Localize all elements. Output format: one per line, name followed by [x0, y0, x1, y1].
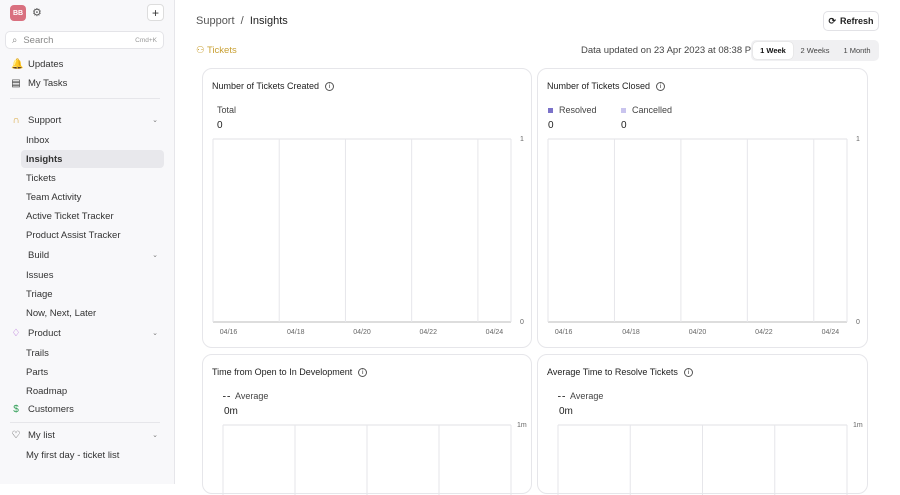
section-label: Support	[28, 114, 62, 126]
support-icon: ∩	[12, 114, 20, 126]
nav-label: Issues	[26, 269, 54, 281]
refresh-button[interactable]: ⟳ Refresh	[823, 11, 879, 31]
nav-label: Triage	[26, 288, 53, 300]
divider	[10, 98, 160, 99]
sidebar-item-my-first-day[interactable]: My first day - ticket list	[5, 446, 164, 464]
chevron-down-icon[interactable]: ⌄	[152, 329, 158, 337]
x-tick-label: 04/22	[755, 329, 773, 336]
nav-label: Roadmap	[26, 385, 68, 397]
sidebar-item-updates[interactable]: 🔔 Updates	[5, 55, 164, 73]
breadcrumb-separator: /	[240, 15, 244, 27]
section-label: Tickets	[207, 45, 237, 56]
x-tick-label: 04/24	[822, 329, 840, 336]
y-tick-label: 1m	[853, 422, 863, 429]
sidebar-section-product[interactable]: ♢ Product ⌄	[5, 324, 164, 342]
x-tick-label: 04/20	[353, 329, 371, 336]
search-icon: ⌕	[12, 34, 18, 46]
nav-label: Customers	[28, 403, 74, 415]
chart-plot: 1m	[222, 422, 527, 495]
sidebar-item-tickets[interactable]: Tickets	[5, 169, 164, 187]
page-title: Insights	[249, 15, 288, 27]
y-tick-label: 1	[856, 136, 860, 143]
y-tick-label: 0	[856, 319, 860, 326]
nav-label: My Tasks	[28, 77, 68, 89]
section-label: Build	[28, 249, 50, 261]
section-label: My list	[28, 429, 55, 441]
range-1-month[interactable]: 1 Month	[837, 42, 877, 59]
nav-label: Team Activity	[26, 191, 82, 203]
search-input[interactable]: ⌕ Search Cmd+K	[5, 31, 164, 49]
x-tick-label: 04/22	[419, 329, 437, 336]
dollar-icon: $	[13, 403, 19, 415]
x-tick-label: 04/18	[622, 329, 640, 336]
data-updated-text: Data updated on 23 Apr 2023 at 08:38 PM	[581, 45, 759, 56]
gear-icon[interactable]: ⚙	[32, 6, 42, 19]
sidebar-item-my-tasks[interactable]: ▤ My Tasks	[5, 74, 164, 92]
sidebar-item-parts[interactable]: Parts	[5, 363, 164, 381]
y-tick-label: 0	[520, 319, 524, 326]
tickets-section-label: ⚇ Tickets	[196, 45, 237, 56]
x-tick-label: 04/16	[555, 329, 573, 336]
chevron-down-icon[interactable]: ⌄	[152, 251, 158, 259]
sidebar-item-team-activity[interactable]: Team Activity	[5, 188, 164, 206]
sidebar-item-product-assist-tracker[interactable]: Product Assist Tracker	[5, 226, 164, 244]
nav-label: Tickets	[26, 172, 56, 184]
avatar[interactable]: BB	[10, 5, 26, 21]
nav-label: Updates	[28, 58, 64, 70]
sidebar-item-triage[interactable]: Triage	[5, 285, 164, 303]
breadcrumb: Support / Insights	[196, 15, 288, 27]
sidebar-section-support[interactable]: ∩ Support ⌄	[5, 111, 164, 129]
chart-plot: 1m	[557, 422, 863, 495]
range-selector: 1 Week 2 Weeks 1 Month	[751, 40, 879, 61]
chart-card-number-of-tickets-created: Number of Tickets Created i Total 0 04/16 04/…	[202, 68, 532, 348]
search-shortcut: Cmd+K	[135, 36, 157, 44]
chart-plot: 04/16 04/18 04/20 04/22 04/24 0 1	[212, 136, 524, 336]
chart-card-time-from-open-to-in-development: Time from Open to In Development i Average…	[202, 354, 532, 495]
sidebar-item-trails[interactable]: Trails	[5, 344, 164, 362]
sidebar-section-build[interactable]: Build ⌄	[5, 246, 164, 264]
nav-label: Active Ticket Tracker	[26, 210, 114, 222]
nav-label: Now, Next, Later	[26, 307, 97, 319]
tasks-icon: ▤	[11, 77, 21, 89]
product-icon: ♢	[11, 327, 21, 339]
range-1-week[interactable]: 1 Week	[753, 42, 793, 59]
nav-label: My first day - ticket list	[26, 449, 120, 461]
nav-label: Parts	[26, 366, 49, 378]
sidebar-item-customers[interactable]: $ Customers	[5, 400, 164, 418]
y-tick-label: 1	[520, 136, 524, 143]
chevron-down-icon[interactable]: ⌄	[152, 116, 158, 124]
chart-card-number-of-tickets-closed: Number of Tickets Closed i Resolved 0 Cancel…	[537, 68, 868, 348]
nav-label: Trails	[26, 347, 49, 359]
new-button[interactable]: +	[147, 4, 164, 21]
divider	[10, 422, 160, 423]
section-label: Product	[28, 327, 61, 339]
search-placeholder: Search	[23, 34, 54, 46]
chevron-down-icon[interactable]: ⌄	[152, 431, 158, 439]
nav-label: Inbox	[26, 134, 50, 146]
sidebar: BB ⚙ + ⌕ Search Cmd+K 🔔 Updates ▤ My Tasks ∩…	[0, 0, 175, 484]
breadcrumb-parent[interactable]: Support	[196, 15, 235, 27]
y-tick-label: 1m	[517, 422, 527, 429]
chart-card-average-time-to-resolve-tickets: Average Time to Resolve Tickets i Average 0…	[537, 354, 868, 495]
x-tick-label: 04/16	[220, 329, 238, 336]
x-tick-label: 04/18	[287, 329, 305, 336]
bell-icon: 🔔	[11, 58, 24, 70]
sidebar-item-now-next-later[interactable]: Now, Next, Later	[5, 304, 164, 322]
heart-icon: ♡	[11, 429, 21, 441]
refresh-icon: ⟳	[828, 15, 837, 26]
x-tick-label: 04/24	[486, 329, 504, 336]
sidebar-item-issues[interactable]: Issues	[5, 266, 164, 284]
sidebar-item-insights[interactable]: Insights	[21, 150, 164, 168]
sidebar-item-inbox[interactable]: Inbox	[5, 131, 164, 149]
nav-label: Insights	[26, 153, 63, 165]
users-icon: ⚇	[196, 45, 205, 56]
sidebar-item-active-ticket-tracker[interactable]: Active Ticket Tracker	[5, 207, 164, 225]
refresh-label: Refresh	[840, 16, 874, 26]
range-2-weeks[interactable]: 2 Weeks	[795, 42, 835, 59]
x-tick-label: 04/20	[689, 329, 707, 336]
chart-plot: 04/16 04/18 04/20 04/22 04/24 0 1	[547, 136, 860, 336]
sidebar-item-roadmap[interactable]: Roadmap	[5, 382, 164, 400]
nav-label: Product Assist Tracker	[26, 229, 121, 241]
sidebar-section-my-list[interactable]: ♡ My list ⌄	[5, 426, 164, 444]
